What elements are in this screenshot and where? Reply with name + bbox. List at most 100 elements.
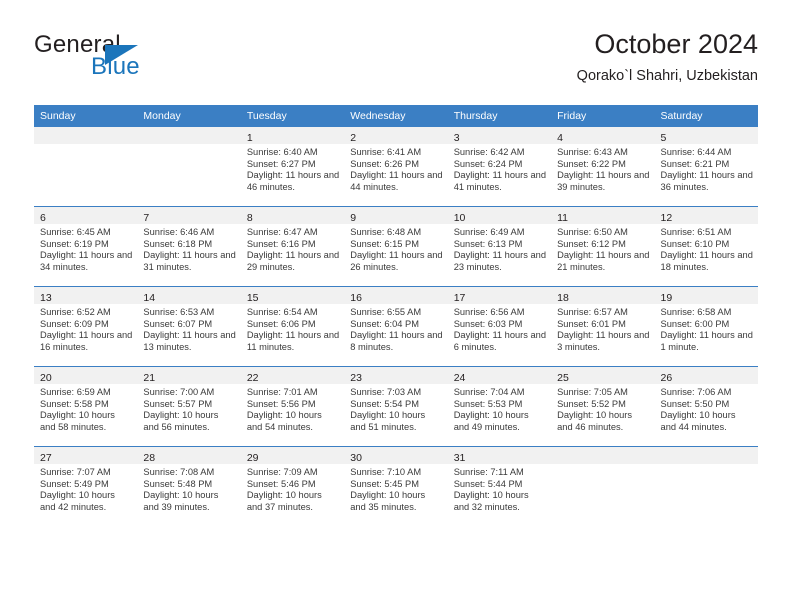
day-cell-inner: 15 Sunrise: 6:54 AM Sunset: 6:06 PM Dayligh… (240, 287, 345, 366)
day-number-band: 23 (344, 367, 448, 384)
calendar-day-cell[interactable]: 1 Sunrise: 6:40 AM Sunset: 6:27 PM Daylight… (240, 127, 345, 207)
calendar-day-cell[interactable]: 30 Sunrise: 7:10 AM Sunset: 5:45 PM Dayligh… (344, 446, 448, 526)
calendar-day-cell[interactable]: 8 Sunrise: 6:47 AM Sunset: 6:16 PM Daylight… (240, 206, 345, 287)
day-number: 12 (660, 212, 673, 224)
calendar-day-cell[interactable]: 3 Sunrise: 6:42 AM Sunset: 6:24 PM Daylight… (447, 127, 552, 207)
general-blue-logo[interactable]: General Blue (34, 32, 214, 90)
calendar-day-cell[interactable]: 18 Sunrise: 6:57 AM Sunset: 6:01 PM Dayligh… (551, 286, 655, 367)
daylight-text: Daylight: 10 hours and 46 minutes. (557, 410, 633, 432)
day-cell-body: Sunrise: 6:43 AM Sunset: 6:22 PM Daylight:… (551, 144, 654, 193)
calendar-day-cell[interactable]: 14 Sunrise: 6:53 AM Sunset: 6:07 PM Dayligh… (137, 286, 241, 367)
day-number-band (654, 447, 758, 464)
calendar-day-cell[interactable]: 15 Sunrise: 6:54 AM Sunset: 6:06 PM Dayligh… (240, 286, 345, 367)
calendar-day-cell[interactable]: 5 Sunrise: 6:44 AM Sunset: 6:21 PM Daylight… (654, 127, 758, 207)
day-number: 14 (143, 292, 156, 304)
calendar-day-cell[interactable]: 22 Sunrise: 7:01 AM Sunset: 5:56 PM Dayligh… (240, 366, 345, 447)
calendar-day-cell[interactable]: 9 Sunrise: 6:48 AM Sunset: 6:15 PM Daylight… (344, 206, 448, 287)
weekday-header-row: Sunday Monday Tuesday Wednesday Thursday… (34, 105, 758, 127)
sunrise-text: Sunrise: 6:45 AM (40, 227, 111, 237)
day-cell-inner: 31 Sunrise: 7:11 AM Sunset: 5:44 PM Dayligh… (447, 447, 552, 526)
calendar-day-cell[interactable]: 24 Sunrise: 7:04 AM Sunset: 5:53 PM Dayligh… (447, 366, 552, 447)
day-cell-inner: 28 Sunrise: 7:08 AM Sunset: 5:48 PM Dayligh… (137, 447, 241, 526)
day-cell-body: Sunrise: 7:08 AM Sunset: 5:48 PM Daylight:… (137, 464, 240, 513)
day-cell-inner: 29 Sunrise: 7:09 AM Sunset: 5:46 PM Dayligh… (240, 447, 345, 526)
sunset-text: Sunset: 5:56 PM (246, 398, 316, 409)
sunrise-text: Sunrise: 6:40 AM (246, 147, 318, 157)
calendar-day-cell[interactable]: 16 Sunrise: 6:55 AM Sunset: 6:04 PM Dayligh… (344, 286, 448, 367)
day-number: 2 (350, 132, 357, 144)
daylight-text: Daylight: 11 hours and 18 minutes. (660, 250, 753, 272)
calendar-day-cell[interactable]: 17 Sunrise: 6:56 AM Sunset: 6:03 PM Dayligh… (447, 286, 552, 367)
daylight-text: Daylight: 11 hours and 8 minutes. (350, 330, 443, 352)
day-number: 25 (557, 372, 569, 384)
calendar-day-cell[interactable]: 21 Sunrise: 7:00 AM Sunset: 5:57 PM Dayligh… (137, 366, 241, 447)
calendar-day-cell[interactable]: 19 Sunrise: 6:58 AM Sunset: 6:00 PM Dayligh… (654, 286, 758, 367)
daylight-text: Daylight: 10 hours and 35 minutes. (350, 490, 426, 512)
sunrise-text: Sunrise: 7:00 AM (143, 387, 215, 397)
daylight-text: Daylight: 11 hours and 36 minutes. (660, 170, 753, 192)
sunrise-text: Sunrise: 6:56 AM (453, 307, 525, 317)
sunrise-text: Sunrise: 6:44 AM (660, 147, 732, 157)
day-cell-body: Sunrise: 6:54 AM Sunset: 6:06 PM Daylight:… (241, 304, 344, 353)
sunrise-text: Sunrise: 6:43 AM (557, 147, 628, 157)
calendar-day-cell[interactable]: 26 Sunrise: 7:06 AM Sunset: 5:50 PM Dayligh… (654, 366, 758, 447)
day-number: 23 (350, 372, 362, 384)
calendar-day-cell[interactable]: 6 Sunrise: 6:45 AM Sunset: 6:19 PM Daylight… (34, 206, 138, 287)
sunrise-text: Sunrise: 6:58 AM (660, 307, 732, 317)
day-number-band: 1 (240, 127, 345, 144)
calendar-day-cell[interactable]: 10 Sunrise: 6:49 AM Sunset: 6:13 PM Dayligh… (447, 206, 552, 287)
calendar-day-cell[interactable]: 4 Sunrise: 6:43 AM Sunset: 6:22 PM Daylight… (551, 127, 655, 207)
sunset-text: Sunset: 6:21 PM (660, 158, 730, 169)
calendar-day-cell[interactable]: 12 Sunrise: 6:51 AM Sunset: 6:10 PM Dayligh… (654, 206, 758, 287)
day-number-band: 20 (34, 367, 138, 384)
calendar-day-cell[interactable]: 2 Sunrise: 6:41 AM Sunset: 6:26 PM Daylight… (344, 127, 448, 207)
weekday-header-saturday: Saturday (654, 105, 758, 127)
sunset-text: Sunset: 6:01 PM (557, 318, 626, 329)
sunrise-text: Sunrise: 7:07 AM (40, 467, 111, 477)
day-number-band: 13 (34, 287, 138, 304)
sunrise-sunset-calendar: Sunday Monday Tuesday Wednesday Thursday… (34, 105, 758, 526)
day-cell-inner: 21 Sunrise: 7:00 AM Sunset: 5:57 PM Dayligh… (137, 367, 241, 446)
day-number-band: 18 (551, 287, 655, 304)
calendar-day-cell[interactable]: 29 Sunrise: 7:09 AM Sunset: 5:46 PM Dayligh… (240, 446, 345, 526)
sunrise-text: Sunrise: 7:04 AM (453, 387, 525, 397)
day-cell-inner: 10 Sunrise: 6:49 AM Sunset: 6:13 PM Dayligh… (447, 207, 552, 286)
calendar-day-cell[interactable]: 11 Sunrise: 6:50 AM Sunset: 6:12 PM Dayligh… (551, 206, 655, 287)
sunset-text: Sunset: 6:19 PM (40, 238, 109, 249)
sunset-text: Sunset: 6:18 PM (143, 238, 213, 249)
page-title: October 2024 (594, 29, 758, 59)
day-cell-inner: 3 Sunrise: 6:42 AM Sunset: 6:24 PM Daylight… (447, 127, 552, 206)
calendar-day-cell[interactable]: 25 Sunrise: 7:05 AM Sunset: 5:52 PM Dayligh… (551, 366, 655, 447)
sunset-text: Sunset: 5:53 PM (453, 398, 523, 409)
weekday-header-sunday: Sunday (34, 105, 138, 127)
day-number-band: 7 (137, 207, 241, 224)
day-number-band: 25 (551, 367, 655, 384)
sunset-text: Sunset: 6:06 PM (246, 318, 316, 329)
calendar-day-cell[interactable]: 7 Sunrise: 6:46 AM Sunset: 6:18 PM Daylight… (137, 206, 241, 287)
daylight-text: Daylight: 11 hours and 21 minutes. (557, 250, 650, 272)
day-number-band: 22 (240, 367, 345, 384)
sunrise-text: Sunrise: 7:05 AM (557, 387, 628, 397)
calendar-day-cell[interactable]: 23 Sunrise: 7:03 AM Sunset: 5:54 PM Dayligh… (344, 366, 448, 447)
sunset-text: Sunset: 6:03 PM (453, 318, 523, 329)
calendar-day-cell[interactable]: 28 Sunrise: 7:08 AM Sunset: 5:48 PM Dayligh… (137, 446, 241, 526)
sunset-text: Sunset: 6:13 PM (453, 238, 523, 249)
calendar-day-cell[interactable]: 20 Sunrise: 6:59 AM Sunset: 5:58 PM Dayligh… (34, 366, 138, 447)
day-cell-inner: 16 Sunrise: 6:55 AM Sunset: 6:04 PM Dayligh… (344, 287, 448, 366)
day-number: 6 (40, 212, 46, 224)
title-block: October 2024 Qorako`l Shahri, Uzbekistan (577, 28, 758, 86)
calendar-day-cell[interactable]: 27 Sunrise: 7:07 AM Sunset: 5:49 PM Dayligh… (34, 446, 138, 526)
calendar-day-cell[interactable]: 13 Sunrise: 6:52 AM Sunset: 6:09 PM Dayligh… (34, 286, 138, 367)
logo-text-blue: Blue (91, 53, 140, 80)
day-number-band: 24 (447, 367, 552, 384)
day-cell-body: Sunrise: 7:01 AM Sunset: 5:56 PM Daylight:… (241, 384, 344, 433)
calendar-day-cell[interactable]: 31 Sunrise: 7:11 AM Sunset: 5:44 PM Dayligh… (447, 446, 552, 526)
day-number: 13 (40, 292, 52, 304)
sunset-text: Sunset: 6:00 PM (660, 318, 730, 329)
sunrise-text: Sunrise: 6:53 AM (143, 307, 215, 317)
day-cell-inner: 1 Sunrise: 6:40 AM Sunset: 6:27 PM Daylight… (240, 127, 345, 206)
day-number-band: 11 (551, 207, 655, 224)
weekday-header-wednesday: Wednesday (344, 105, 448, 127)
sunrise-text: Sunrise: 6:54 AM (246, 307, 318, 317)
day-cell-inner (654, 447, 758, 526)
